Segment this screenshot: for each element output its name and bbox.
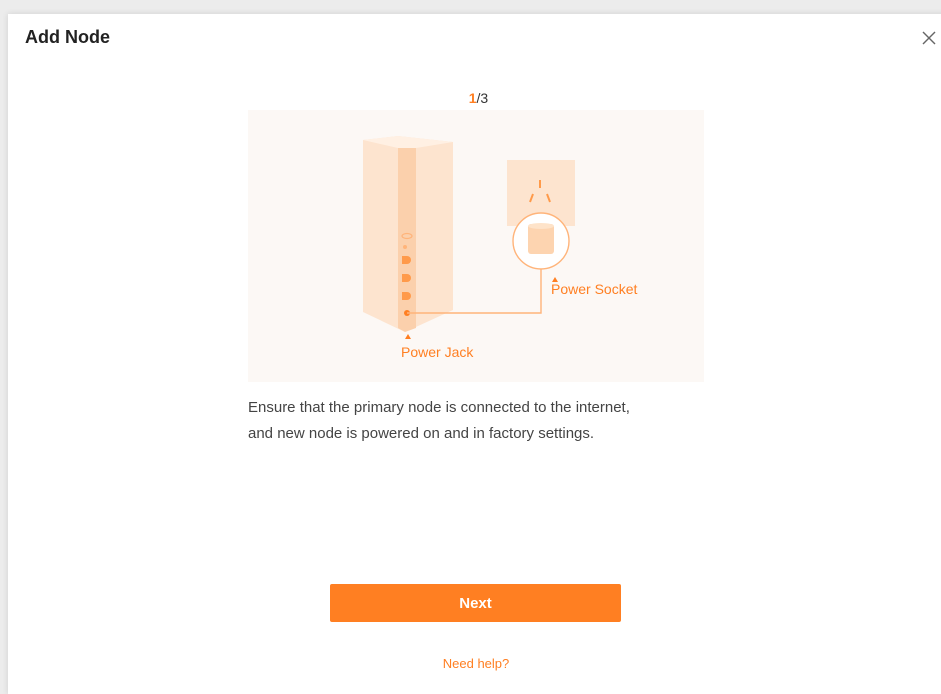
step-current: 1 [468,90,477,106]
power-socket-icon [507,160,575,270]
dialog-title: Add Node [25,27,110,47]
need-help-link[interactable]: Need help? [8,656,941,671]
add-node-dialog: Add Node 1/3 Power Socket Power Jack Ens… [8,14,941,694]
instruction-text: Ensure that the primary node is connecte… [248,395,718,447]
next-button[interactable]: Next [330,584,621,622]
close-icon[interactable] [921,30,937,46]
instruction-line-1: Ensure that the primary node is connecte… [248,399,630,416]
power-jack-label: Power Jack [401,344,474,360]
instruction-line-2: and new node is powered on and in factor… [248,425,595,442]
node-device-icon [363,136,453,332]
step-total: /3 [476,90,489,106]
step-indicator: 1/3 [8,90,941,106]
power-socket-label: Power Socket [551,281,637,297]
setup-illustration: Power Socket Power Jack [248,110,704,382]
